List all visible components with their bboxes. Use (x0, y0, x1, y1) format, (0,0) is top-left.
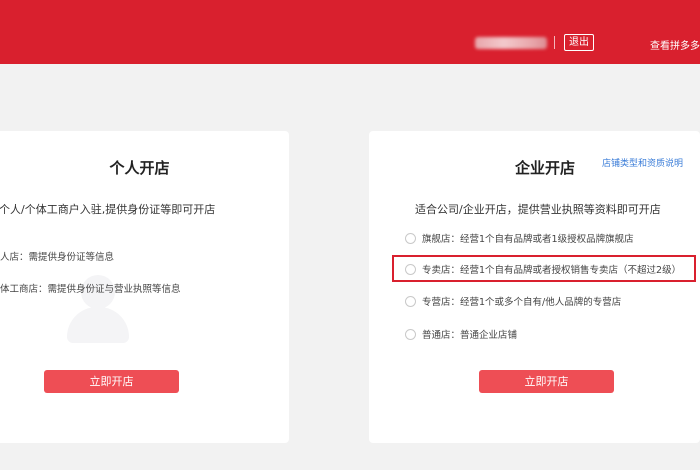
enterprise-open-store-button[interactable]: 立即开店 (479, 370, 614, 393)
personal-open-store-button[interactable]: 立即开店 (44, 370, 179, 393)
option-label: 专营店：经营1个或多个自有/他人品牌的专营店 (422, 297, 622, 308)
personal-card-title: 个人开店 (109, 159, 170, 177)
radio-button[interactable] (405, 232, 416, 244)
option-standard-store[interactable]: 普通店：普通企业店铺 (405, 326, 517, 342)
personal-card-description: 个人/个体工商户入驻,提供身份证等即可开店 (0, 203, 216, 216)
option-exclusive-store[interactable]: 专卖店：经营1个自有品牌或者授权销售专卖店（不超过2级） (405, 261, 681, 277)
option-flagship-store[interactable]: 旗舰店：经营1个自有品牌或者1级授权品牌旗舰店 (405, 230, 634, 246)
enterprise-card-description: 适合公司/企业开店，提供营业执照等资料即可开店 (415, 203, 661, 216)
username-blurred[interactable] (475, 37, 547, 49)
personal-store-card: 个人开店 个人/个体工商户入驻,提供身份证等即可开店 人店：需提供身份证等信息 … (0, 131, 289, 443)
personal-option-individual[interactable]: 人店：需提供身份证等信息 (0, 249, 114, 263)
option-specialty-store[interactable]: 专营店：经营1个或多个自有/他人品牌的专营店 (405, 293, 621, 309)
radio-button[interactable] (405, 295, 416, 307)
personal-option-business[interactable]: 体工商店：需提供身份证与营业执照等信息 (0, 281, 181, 295)
nav-divider (554, 36, 555, 49)
view-pinduoduo-link[interactable]: 查看拼多多 (650, 37, 700, 52)
option-label: 专卖店：经营1个自有品牌或者授权销售专卖店（不超过2级） (422, 265, 682, 276)
silhouette-body (67, 307, 129, 343)
radio-button[interactable] (405, 328, 416, 340)
logout-button[interactable]: 退出 (564, 34, 594, 51)
enterprise-store-card: 企业开店 店铺类型和资质说明 适合公司/企业开店，提供营业执照等资料即可开店 旗… (369, 131, 700, 443)
store-type-help-link[interactable]: 店铺类型和资质说明 (602, 156, 683, 169)
option-label: 旗舰店：经营1个自有品牌或者1级授权品牌旗舰店 (422, 234, 634, 245)
option-label: 普通店：普通企业店铺 (422, 330, 518, 341)
top-nav-bar: 退出 查看拼多多 (0, 0, 700, 64)
radio-button[interactable] (405, 263, 416, 275)
